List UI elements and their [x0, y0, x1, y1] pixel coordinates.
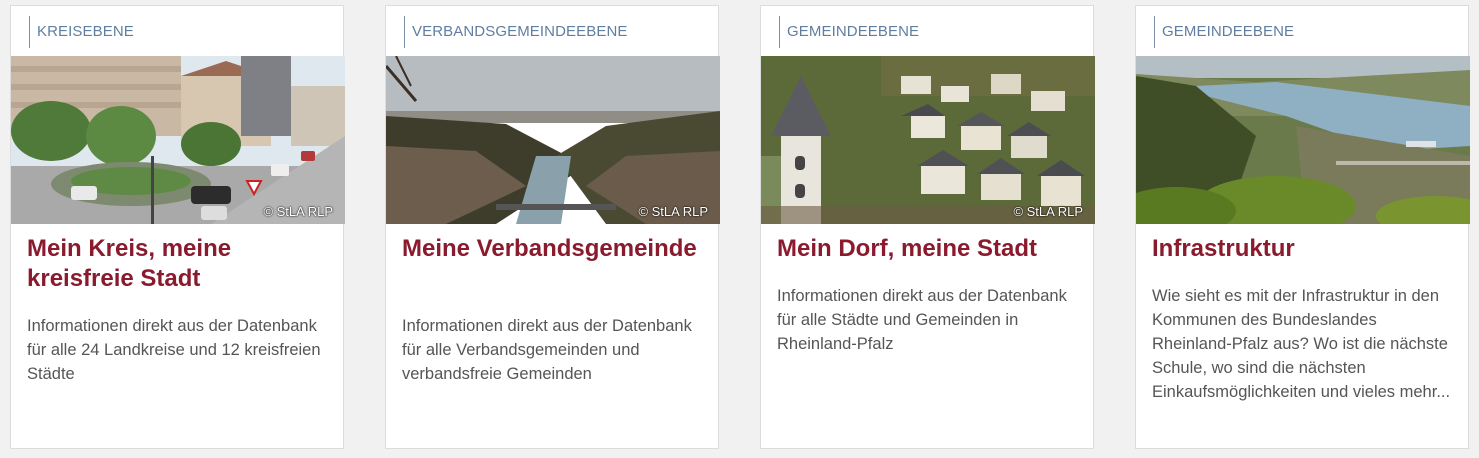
card-infrastruktur[interactable]: GEMEINDEEBENE Infrastruktur Wie sieht es… — [1135, 5, 1470, 449]
card-mein-kreis[interactable]: KREISEBENE © StLA RLP Mein Kreis, meine … — [10, 5, 345, 449]
rhine-valley-photo — [1136, 56, 1470, 224]
card-image[interactable]: © StLA RLP — [386, 56, 720, 224]
image-credit: © StLA RLP — [263, 204, 333, 219]
card-meine-verbandsgemeinde[interactable]: VERBANDSGEMEINDEEBENE © StLA RLP Meine V… — [385, 5, 720, 449]
card-title[interactable]: Meine Verbandsgemeinde — [402, 234, 702, 264]
card-title[interactable]: Mein Dorf, meine Stadt — [777, 234, 1077, 264]
card-image[interactable] — [1136, 56, 1470, 224]
village-church-photo — [761, 56, 1095, 224]
card-description: Informationen direkt aus der Datenbank f… — [777, 287, 1067, 353]
card-level-label: GEMEINDEEBENE — [1154, 16, 1294, 48]
image-credit: © StLA RLP — [1013, 204, 1083, 219]
card-description: Informationen direkt aus der Datenbank f… — [402, 317, 692, 383]
roundabout-photo — [11, 56, 345, 224]
card-image[interactable]: © StLA RLP — [761, 56, 1095, 224]
card-title[interactable]: Infrastruktur — [1152, 234, 1452, 264]
card-level-label: GEMEINDEEBENE — [779, 16, 919, 48]
card-description: Informationen direkt aus der Datenbank f… — [27, 317, 321, 383]
valley-town-photo — [386, 56, 720, 224]
card-level-label: VERBANDSGEMEINDEEBENE — [404, 16, 627, 48]
card-title[interactable]: Mein Kreis, meine kreisfreie Stadt — [27, 234, 327, 294]
card-description: Wie sieht es mit der Infrastruktur in de… — [1152, 287, 1451, 401]
card-image[interactable]: © StLA RLP — [11, 56, 345, 224]
card-mein-dorf[interactable]: GEMEINDEEBENE © StLA RLP Mein Dorf, mein… — [760, 5, 1095, 449]
card-level-label: KREISEBENE — [29, 16, 134, 48]
image-credit: © StLA RLP — [638, 204, 708, 219]
